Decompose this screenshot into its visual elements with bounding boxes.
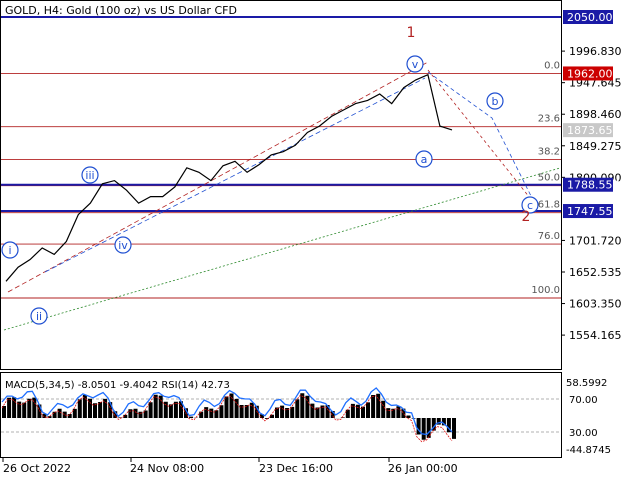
price-tag-label: 2050.000 [567, 11, 620, 24]
ind-tick-1: 58.5992 [566, 378, 607, 389]
price-tag-label: 1747.550 [567, 205, 620, 218]
price-tag-label: 1873.650 [567, 124, 620, 137]
fib-level-label: 100.0 [531, 285, 560, 296]
wave-degree-label: 1 [407, 25, 416, 41]
ind-tick-4: -44.8745 [566, 445, 611, 456]
ind-tick-2: 70.00 [569, 395, 598, 406]
fib-level-label: 0.0 [544, 60, 560, 71]
x-tick-3: 23 Dec 16:00 [259, 462, 333, 475]
y-tick-label: 1701.720 [569, 234, 622, 247]
wave-label: a [421, 153, 428, 166]
y-tick-label: 1996.830 [569, 45, 622, 58]
fib-level-label: 50.0 [538, 173, 560, 184]
y-tick-label: 1603.350 [569, 298, 622, 311]
fib-level-label: 61.8 [538, 200, 560, 211]
y-tick-label: 1849.275 [569, 140, 622, 153]
x-tick-4: 26 Jan 00:00 [388, 462, 458, 475]
x-axis: 26 Oct 2022 24 Nov 08:00 23 Dec 16:00 26… [2, 458, 458, 475]
x-tick-1: 26 Oct 2022 [3, 462, 71, 475]
y-tick-label: 1652.535 [569, 266, 622, 279]
wave-degree-label: 2 [522, 209, 531, 225]
chart-title: GOLD, H4: Gold (100 oz) vs US Dollar CFD [5, 4, 237, 17]
y-axis-ticks: 1996.8301947.6451898.4601849.2751800.090… [561, 45, 622, 342]
wave-label: iii [85, 169, 94, 182]
y-tick-label: 1554.165 [569, 329, 622, 342]
ind-tick-3: 30.00 [569, 428, 598, 439]
y-tick-label: 1898.460 [569, 108, 622, 121]
wave-label: v [412, 58, 419, 71]
chart-window: GOLD, H4: Gold (100 oz) vs US Dollar CFD… [0, 0, 640, 480]
chart-svg: GOLD, H4: Gold (100 oz) vs US Dollar CFD… [0, 0, 622, 475]
wave-label: iv [118, 239, 128, 252]
price-tag-label: 1788.557 [567, 179, 620, 192]
indicator-label: MACD(5,34,5) -8.0501 -9.4042 RSI(14) 42.… [5, 380, 230, 391]
fib-level-label: 23.6 [538, 114, 560, 125]
price-tag-label: 1962.000 [567, 67, 620, 80]
wave-label: i [8, 244, 11, 257]
fib-level-label: 38.2 [538, 146, 560, 157]
wave-label: b [492, 95, 499, 108]
wave-label: ii [36, 310, 42, 323]
fib-level-label: 76.0 [538, 231, 560, 242]
x-tick-2: 24 Nov 08:00 [130, 462, 204, 475]
